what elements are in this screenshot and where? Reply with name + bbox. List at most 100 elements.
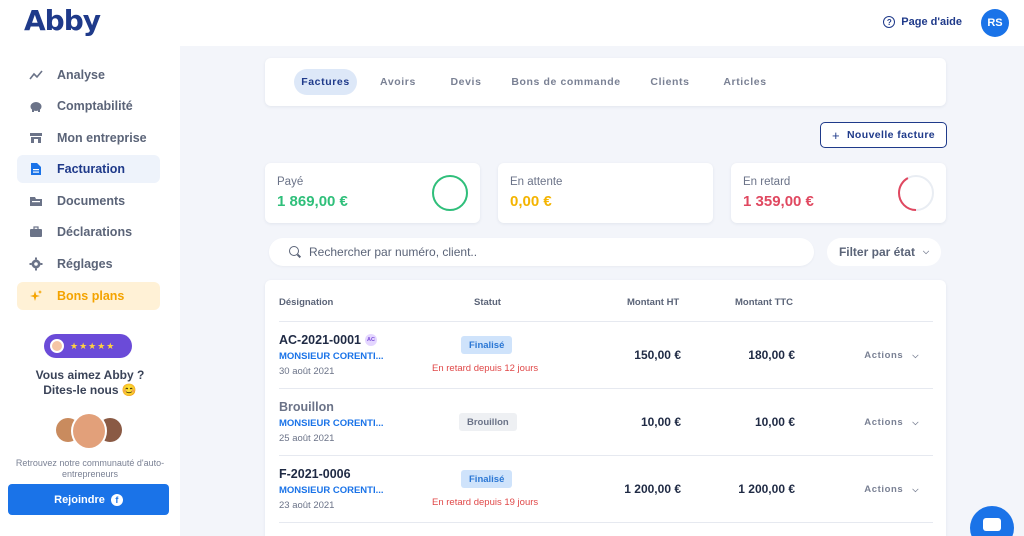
- piggy-bank-icon: [29, 99, 43, 113]
- actions-menu[interactable]: Actions ⌵: [864, 417, 919, 428]
- status-filter-dropdown[interactable]: Filter par état ⌵: [827, 238, 941, 266]
- new-invoice-label: Nouvelle facture: [846, 129, 936, 141]
- invoice-number-text: F-2021-0006: [279, 467, 351, 481]
- sidebar-item-documents[interactable]: Documents: [17, 187, 160, 215]
- feedback-line-1: Vous aimez Abby ?: [35, 368, 145, 382]
- chat-icon: [983, 517, 1001, 531]
- chat-support-button[interactable]: [970, 506, 1014, 536]
- sparkles-icon: [29, 289, 43, 303]
- sidebar-item-mon-entreprise[interactable]: Mon entreprise: [17, 124, 160, 152]
- amount-ht: 150,00 €: [634, 348, 681, 362]
- status-badge: Finalisé: [461, 470, 513, 488]
- search-input[interactable]: Rechercher par numéro, client..: [269, 238, 814, 266]
- sidebar-item-label: Comptabilité: [57, 99, 133, 113]
- sidebar-item-reglages[interactable]: Réglages: [17, 250, 160, 278]
- new-invoice-button[interactable]: + Nouvelle facture: [820, 122, 947, 148]
- join-community-button[interactable]: Rejoindre f: [8, 484, 169, 515]
- sidebar-item-label: Analyse: [57, 68, 105, 82]
- stat-label: En attente: [510, 176, 563, 188]
- actions-label: Actions: [864, 350, 904, 361]
- chart-line-icon: [29, 68, 43, 82]
- feedback-prompt: Vous aimez Abby ? Dites-le nous 😊: [0, 368, 180, 398]
- community-avatar: [98, 418, 122, 442]
- amount-ht: 10,00 €: [640, 415, 681, 429]
- rating-badge: ★★★★★: [44, 334, 132, 358]
- stat-value: 1 359,00 €: [743, 193, 814, 210]
- stat-value: 0,00 €: [510, 193, 552, 210]
- invoice-number-text: Brouillon: [279, 400, 334, 414]
- progress-ring: [898, 175, 934, 211]
- actions-menu[interactable]: Actions ⌵: [864, 484, 919, 495]
- stat-card-late: En retard 1 359,00 €: [731, 163, 946, 223]
- community-avatar: [56, 418, 80, 442]
- star-rating-icon: ★★★★★: [70, 340, 116, 351]
- sidebar-item-bons-plans[interactable]: Bons plans: [17, 282, 160, 310]
- invoice-number: F-2021-0006: [279, 467, 351, 481]
- late-notice: En retard depuis 19 jours: [432, 497, 539, 508]
- chevron-down-icon: ⌵: [912, 417, 919, 427]
- table-row[interactable]: Brouillon MONSIEUR CORENTI... 25 août 20…: [279, 388, 933, 454]
- client-link[interactable]: MONSIEUR CORENTI...: [279, 418, 384, 429]
- actions-label: Actions: [864, 484, 904, 495]
- sidebar-item-facturation[interactable]: Facturation: [17, 155, 160, 183]
- sidebar-item-analyse[interactable]: Analyse: [17, 61, 160, 89]
- invoice-table: Désignation Statut Montant HT Montant TT…: [265, 280, 946, 536]
- join-label: Rejoindre: [54, 493, 105, 506]
- amount-ttc: 10,00 €: [754, 415, 795, 429]
- sidebar-item-label: Facturation: [57, 162, 126, 176]
- folder-icon: [29, 194, 43, 208]
- sidebar-item-comptabilite[interactable]: Comptabilité: [17, 92, 160, 120]
- reviewer-avatar: [50, 339, 64, 353]
- column-header-designation: Désignation: [279, 297, 334, 308]
- plus-icon: +: [831, 127, 840, 143]
- stat-label: Payé: [277, 176, 304, 188]
- amount-ttc: 180,00 €: [748, 348, 795, 362]
- sidebar-item-label: Déclarations: [57, 225, 133, 239]
- amount-ht: 1 200,00 €: [624, 482, 681, 496]
- invoice-date: 23 août 2021: [279, 500, 335, 511]
- facebook-icon: f: [110, 493, 123, 506]
- stat-card-paid: Payé 1 869,00 €: [265, 163, 480, 223]
- search-icon: [289, 246, 301, 258]
- tab-bons-de-commande[interactable]: Bons de commande: [509, 69, 623, 95]
- user-avatar[interactable]: RS: [981, 9, 1009, 37]
- late-notice: En retard depuis 12 jours: [432, 363, 539, 374]
- client-link[interactable]: MONSIEUR CORENTI...: [279, 351, 384, 362]
- table-row-partial: [279, 522, 933, 536]
- feedback-line-2: Dites-le nous 😊: [43, 383, 137, 397]
- invoice-number: AC-2021-0001 AC: [279, 333, 377, 347]
- chevron-down-icon: ⌵: [912, 350, 919, 360]
- invoice-date: 25 août 2021: [279, 433, 335, 444]
- sidebar-item-label: Bons plans: [57, 289, 125, 303]
- app-logo[interactable]: Abby: [24, 4, 101, 37]
- chevron-down-icon: ⌵: [922, 247, 930, 256]
- stat-card-pending: En attente 0,00 €: [498, 163, 713, 223]
- tab-avoirs[interactable]: Avoirs: [373, 69, 423, 95]
- actions-menu[interactable]: Actions ⌵: [864, 350, 919, 361]
- column-header-ht: Montant HT: [627, 297, 680, 308]
- invoice-number: Brouillon: [279, 400, 334, 414]
- question-circle-icon: ?: [883, 16, 896, 28]
- stat-value: 1 869,00 €: [277, 193, 348, 210]
- tab-articles[interactable]: Articles: [717, 69, 773, 95]
- search-placeholder: Rechercher par numéro, client..: [309, 245, 478, 259]
- tab-devis[interactable]: Devis: [445, 69, 487, 95]
- amount-ttc: 1 200,00 €: [738, 482, 795, 496]
- filter-label: Filter par état: [838, 245, 915, 259]
- invoice-number-text: AC-2021-0001: [279, 333, 361, 347]
- tab-clients[interactable]: Clients: [645, 69, 695, 95]
- column-header-ttc: Montant TTC: [735, 297, 794, 308]
- sidebar-item-label: Réglages: [57, 257, 113, 271]
- tab-factures[interactable]: Factures: [294, 69, 357, 95]
- sidebar-item-declarations[interactable]: Déclarations: [17, 218, 160, 246]
- table-row[interactable]: F-2021-0006 MONSIEUR CORENTI... 23 août …: [279, 455, 933, 521]
- help-link[interactable]: ? Page d'aide: [883, 16, 962, 28]
- actions-label: Actions: [864, 417, 904, 428]
- invoice-date: 30 août 2021: [279, 366, 335, 377]
- table-row[interactable]: AC-2021-0001 AC MONSIEUR CORENTI... 30 a…: [279, 321, 933, 387]
- sidebar: Analyse Comptabilité Mon entreprise Fact…: [0, 46, 180, 536]
- stat-label: En retard: [743, 176, 791, 188]
- client-link[interactable]: MONSIEUR CORENTI...: [279, 485, 384, 496]
- top-bar: Abby ? Page d'aide RS: [0, 0, 1024, 46]
- store-icon: [29, 131, 43, 145]
